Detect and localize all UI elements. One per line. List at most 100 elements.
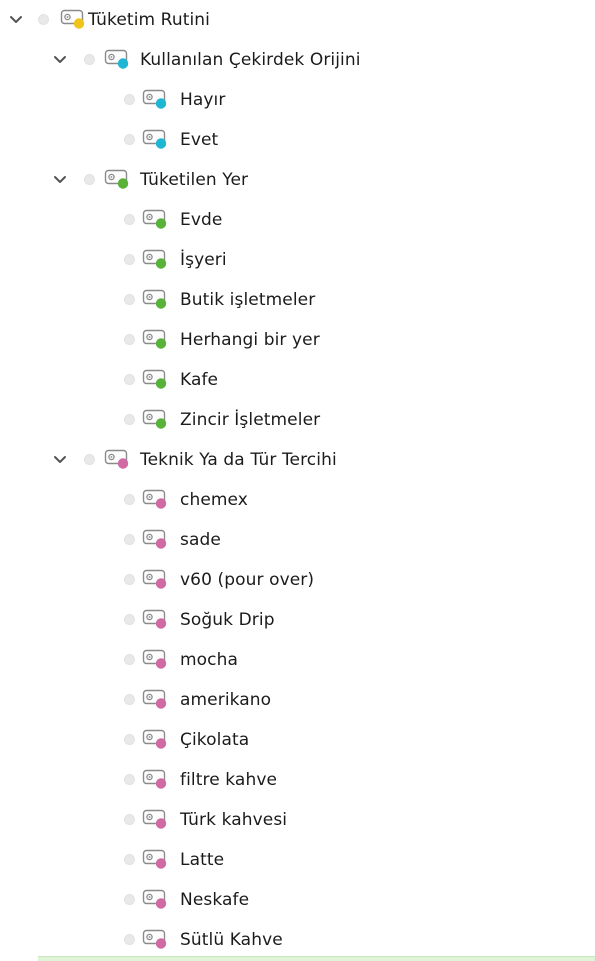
code-tag-icon — [104, 48, 130, 70]
code-tag-icon — [142, 608, 168, 630]
tree-leaf-item[interactable]: chemex — [0, 480, 595, 520]
code-tree: Tüketim Rutini Kullanılan Çekirdek Orijin… — [0, 0, 595, 960]
grey-dot-icon — [124, 294, 135, 305]
tree-item-label: Latte — [180, 850, 225, 870]
tree-leaf-item[interactable]: Latte — [0, 840, 595, 880]
tree-item-label: filtre kahve — [180, 770, 278, 790]
tree-leaf-item[interactable]: Herhangi bir yer — [0, 320, 595, 360]
tree-item-label: Butik işletmeler — [180, 290, 316, 310]
tree-item-label: mocha — [180, 650, 238, 670]
tree-leaf-item[interactable]: Sütlü Kahve — [0, 920, 595, 960]
tree-item-label: Teknik Ya da Tür Tercihi — [140, 450, 337, 470]
grey-dot-icon — [84, 454, 95, 465]
code-tag-icon — [60, 8, 86, 30]
grey-dot-icon — [124, 374, 135, 385]
tree-leaf-item[interactable]: Soğuk Drip — [0, 600, 595, 640]
tree-leaf-item[interactable]: mocha — [0, 640, 595, 680]
tree-item-label: v60 (pour over) — [180, 570, 315, 590]
tree-item-label: Neskafe — [180, 890, 250, 910]
grey-dot-icon — [124, 654, 135, 665]
tree-leaf-item[interactable]: amerikano — [0, 680, 595, 720]
tree-leaf-item[interactable]: filtre kahve — [0, 760, 595, 800]
grey-dot-icon — [124, 894, 135, 905]
tree-item-label: Tüketim Rutini — [88, 10, 210, 30]
code-tag-icon — [142, 808, 168, 830]
tree-item-label: Evet — [180, 130, 219, 150]
grey-dot-icon — [124, 414, 135, 425]
code-tag-icon — [142, 688, 168, 710]
tree-leaf-item[interactable]: Evde — [0, 200, 595, 240]
tree-item-label: Hayır — [180, 90, 226, 110]
code-tag-icon — [142, 288, 168, 310]
code-tag-icon — [142, 488, 168, 510]
tree-leaf-item[interactable]: Butik işletmeler — [0, 280, 595, 320]
tree-group-item[interactable]: Teknik Ya da Tür Tercihi — [0, 440, 595, 480]
tree-leaf-item[interactable]: Çikolata — [0, 720, 595, 760]
tree-leaf-item[interactable]: Zincir İşletmeler — [0, 400, 595, 440]
grey-dot-icon — [84, 174, 95, 185]
chevron-down-icon[interactable] — [50, 450, 70, 470]
tree-leaf-item[interactable]: sade — [0, 520, 595, 560]
code-tag-icon — [142, 408, 168, 430]
code-tag-icon — [142, 888, 168, 910]
grey-dot-icon — [124, 254, 135, 265]
grey-dot-icon — [124, 94, 135, 105]
chevron-down-icon[interactable] — [50, 50, 70, 70]
code-tag-icon — [142, 928, 168, 950]
tree-item-label: amerikano — [180, 690, 272, 710]
code-tag-icon — [142, 848, 168, 870]
code-tag-icon — [142, 568, 168, 590]
selected-row-highlight[interactable] — [38, 956, 595, 961]
code-tag-icon — [142, 768, 168, 790]
code-tag-icon — [104, 168, 130, 190]
tree-item-label: chemex — [180, 490, 248, 510]
tree-item-label: Zincir İşletmeler — [180, 410, 321, 430]
tree-item-label: Herhangi bir yer — [180, 330, 320, 350]
code-tag-icon — [142, 728, 168, 750]
grey-dot-icon — [124, 494, 135, 505]
tree-leaf-item[interactable]: Hayır — [0, 80, 595, 120]
tree-leaf-item[interactable]: Neskafe — [0, 880, 595, 920]
tree-leaf-item[interactable]: v60 (pour over) — [0, 560, 595, 600]
tree-leaf-item[interactable]: Evet — [0, 120, 595, 160]
code-tag-icon — [142, 248, 168, 270]
tree-group-item[interactable]: Kullanılan Çekirdek Orijini — [0, 40, 595, 80]
grey-dot-icon — [84, 54, 95, 65]
grey-dot-icon — [124, 774, 135, 785]
grey-dot-icon — [124, 614, 135, 625]
grey-dot-icon — [124, 534, 135, 545]
code-tag-icon — [142, 528, 168, 550]
tree-group-item[interactable]: Tüketim Rutini — [0, 0, 595, 40]
grey-dot-icon — [124, 854, 135, 865]
tree-leaf-item[interactable]: Türk kahvesi — [0, 800, 595, 840]
tree-item-label: Sütlü Kahve — [180, 930, 283, 950]
grey-dot-icon — [124, 214, 135, 225]
code-tag-icon — [104, 448, 130, 470]
tree-item-label: İşyeri — [180, 250, 227, 270]
tree-leaf-item[interactable]: İşyeri — [0, 240, 595, 280]
code-tag-icon — [142, 208, 168, 230]
grey-dot-icon — [124, 694, 135, 705]
tree-item-label: Tüketilen Yer — [140, 170, 249, 190]
tree-item-label: Evde — [180, 210, 223, 230]
code-tag-icon — [142, 128, 168, 150]
grey-dot-icon — [124, 934, 135, 945]
grey-dot-icon — [124, 814, 135, 825]
tree-item-label: Çikolata — [180, 730, 250, 750]
grey-dot-icon — [38, 14, 49, 25]
code-tag-icon — [142, 88, 168, 110]
tree-item-label: Soğuk Drip — [180, 610, 275, 630]
code-tag-icon — [142, 328, 168, 350]
tree-item-label: Kafe — [180, 370, 219, 390]
tree-leaf-item[interactable]: Kafe — [0, 360, 595, 400]
grey-dot-icon — [124, 734, 135, 745]
grey-dot-icon — [124, 334, 135, 345]
grey-dot-icon — [124, 134, 135, 145]
tree-group-item[interactable]: Tüketilen Yer — [0, 160, 595, 200]
tree-item-label: Türk kahvesi — [180, 810, 288, 830]
chevron-down-icon[interactable] — [6, 10, 26, 30]
chevron-down-icon[interactable] — [50, 170, 70, 190]
grey-dot-icon — [124, 574, 135, 585]
code-tag-icon — [142, 368, 168, 390]
tree-item-label: sade — [180, 530, 221, 550]
